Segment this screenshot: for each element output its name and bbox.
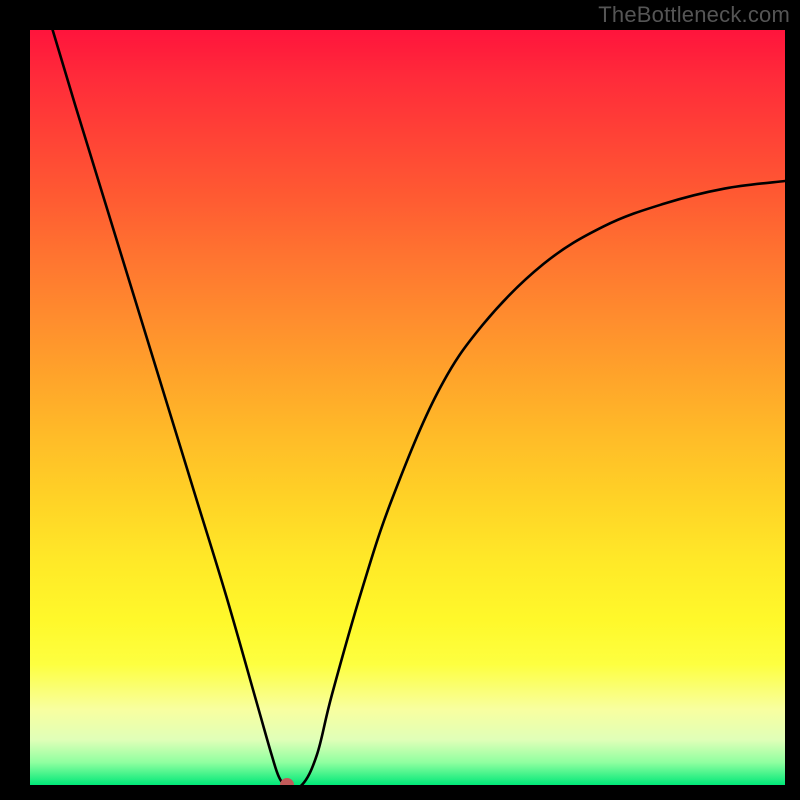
watermark-text: TheBottleneck.com: [598, 2, 790, 28]
plot-area: [30, 30, 785, 785]
bottleneck-curve: [30, 30, 785, 785]
chart-frame: TheBottleneck.com: [0, 0, 800, 800]
minimum-marker-icon: [280, 778, 294, 785]
